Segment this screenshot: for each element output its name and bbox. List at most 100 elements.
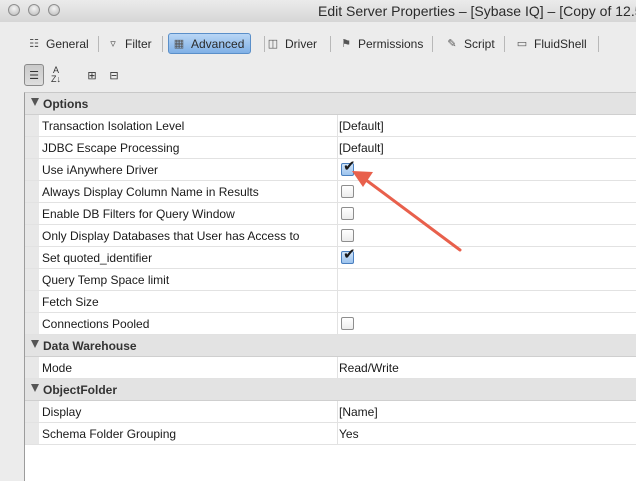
- tab-label: Advanced: [191, 36, 245, 51]
- tab-filter[interactable]: ▿ Filter: [107, 34, 152, 54]
- categorized-view-button[interactable]: ☰: [24, 64, 44, 86]
- enable-db-filters-checkbox[interactable]: [341, 207, 354, 220]
- property-row[interactable]: Schema Folder Grouping Yes: [25, 423, 636, 445]
- column-divider: [337, 159, 338, 180]
- category-label: Options: [43, 97, 89, 111]
- permissions-icon: ⚑: [341, 38, 351, 50]
- property-row[interactable]: Fetch Size: [25, 291, 636, 313]
- driver-icon: ◫: [267, 38, 279, 50]
- row-gutter: [25, 137, 39, 158]
- column-divider: [337, 137, 338, 158]
- property-name: Enable DB Filters for Query Window: [42, 207, 235, 221]
- title-bar: Edit Server Properties – [Sybase IQ] – […: [0, 0, 636, 23]
- property-row[interactable]: JDBC Escape Processing [Default]: [25, 137, 636, 159]
- column-divider: [337, 203, 338, 224]
- property-name: Query Temp Space limit: [42, 273, 170, 287]
- tab-fluidshell[interactable]: ▭ FluidShell: [516, 34, 587, 54]
- script-icon: ✎: [447, 38, 457, 50]
- advanced-icon: ▦: [173, 37, 185, 50]
- collapse-triangle-icon[interactable]: [31, 98, 39, 106]
- property-name: Schema Folder Grouping: [42, 427, 177, 441]
- category-options[interactable]: Options: [25, 93, 636, 115]
- property-value[interactable]: Yes: [339, 427, 359, 441]
- close-window-icon[interactable]: [8, 4, 20, 16]
- tab-label: Driver: [285, 37, 317, 51]
- property-name: Use iAnywhere Driver: [42, 163, 159, 177]
- column-divider: [337, 181, 338, 202]
- property-row[interactable]: Mode Read/Write: [25, 357, 636, 379]
- tab-label: General: [46, 37, 89, 51]
- tab-advanced[interactable]: ▦ Advanced: [168, 33, 252, 54]
- property-value[interactable]: Read/Write: [339, 361, 399, 375]
- property-value[interactable]: [Default]: [339, 141, 384, 155]
- property-row[interactable]: Transaction Isolation Level [Default]: [25, 115, 636, 137]
- tab-label: Permissions: [358, 37, 424, 51]
- connections-pooled-checkbox[interactable]: [341, 317, 354, 330]
- always-display-column-name-checkbox[interactable]: [341, 185, 354, 198]
- tab-general[interactable]: ☷ General: [28, 34, 89, 54]
- collapse-triangle-icon[interactable]: [31, 340, 39, 348]
- tab-divider: [504, 36, 505, 52]
- row-gutter: [25, 357, 39, 378]
- edit-server-properties-window: Edit Server Properties – [Sybase IQ] – […: [0, 0, 636, 481]
- tab-permissions[interactable]: ⚑ Permissions: [340, 34, 423, 54]
- property-value[interactable]: [Default]: [339, 119, 384, 133]
- property-row[interactable]: Enable DB Filters for Query Window: [25, 203, 636, 225]
- sort-alphabetical-icon: A Z↓: [51, 65, 61, 84]
- collapse-all-button[interactable]: ⊟: [104, 64, 124, 86]
- tab-divider: [264, 36, 265, 52]
- row-gutter: [25, 401, 39, 422]
- checkmark-icon: ✔: [343, 245, 356, 263]
- property-name: Fetch Size: [42, 295, 99, 309]
- zoom-window-icon[interactable]: [48, 4, 60, 16]
- category-label: ObjectFolder: [43, 383, 118, 397]
- tab-driver[interactable]: ◫ Driver: [267, 34, 317, 54]
- property-value[interactable]: [Name]: [339, 405, 378, 419]
- window-title: Edit Server Properties – [Sybase IQ] – […: [318, 3, 636, 19]
- property-row[interactable]: Always Display Column Name in Results: [25, 181, 636, 203]
- filter-icon: ▿: [110, 38, 116, 50]
- column-divider: [337, 423, 338, 444]
- row-gutter: [25, 115, 39, 136]
- property-row[interactable]: Only Display Databases that User has Acc…: [25, 225, 636, 247]
- tab-script[interactable]: ✎ Script: [446, 34, 495, 54]
- use-ianywhere-driver-checkbox[interactable]: ✔: [341, 159, 356, 176]
- property-row[interactable]: Display [Name]: [25, 401, 636, 423]
- tab-divider: [432, 36, 433, 52]
- property-name: Transaction Isolation Level: [42, 119, 185, 133]
- property-sheet: Options Transaction Isolation Level [Def…: [24, 92, 636, 481]
- property-row[interactable]: Query Temp Space limit: [25, 269, 636, 291]
- only-display-databases-checkbox[interactable]: [341, 229, 354, 242]
- set-quoted-identifier-checkbox[interactable]: ✔: [341, 247, 356, 264]
- property-row[interactable]: Connections Pooled: [25, 313, 636, 335]
- row-gutter: [25, 225, 39, 246]
- expand-all-button[interactable]: ⊞: [82, 64, 102, 86]
- tab-label: Filter: [125, 37, 152, 51]
- collapse-all-icon: ⊟: [109, 69, 119, 82]
- column-divider: [337, 357, 338, 378]
- row-gutter: [25, 247, 39, 268]
- column-divider: [337, 401, 338, 422]
- column-divider: [337, 115, 338, 136]
- property-name: JDBC Escape Processing: [42, 141, 180, 155]
- column-divider: [337, 291, 338, 312]
- tab-label: FluidShell: [534, 37, 587, 51]
- category-data-warehouse[interactable]: Data Warehouse: [25, 335, 636, 357]
- collapse-triangle-icon[interactable]: [31, 384, 39, 392]
- property-name: Connections Pooled: [42, 317, 150, 331]
- sort-alphabetical-button[interactable]: A Z↓: [46, 64, 66, 86]
- row-gutter: [25, 423, 39, 444]
- tab-label: Script: [464, 37, 495, 51]
- property-name: Only Display Databases that User has Acc…: [42, 229, 300, 243]
- expand-all-icon: ⊞: [87, 69, 97, 82]
- category-objectfolder[interactable]: ObjectFolder: [25, 379, 636, 401]
- row-gutter: [25, 159, 39, 180]
- row-gutter: [25, 181, 39, 202]
- property-row[interactable]: Set quoted_identifier ✔: [25, 247, 636, 269]
- checkmark-icon: ✔: [343, 157, 356, 175]
- property-row[interactable]: Use iAnywhere Driver ✔: [25, 159, 636, 181]
- minimize-window-icon[interactable]: [28, 4, 40, 16]
- general-icon: ☷: [29, 38, 39, 50]
- tab-divider: [162, 36, 163, 52]
- column-divider: [337, 313, 338, 334]
